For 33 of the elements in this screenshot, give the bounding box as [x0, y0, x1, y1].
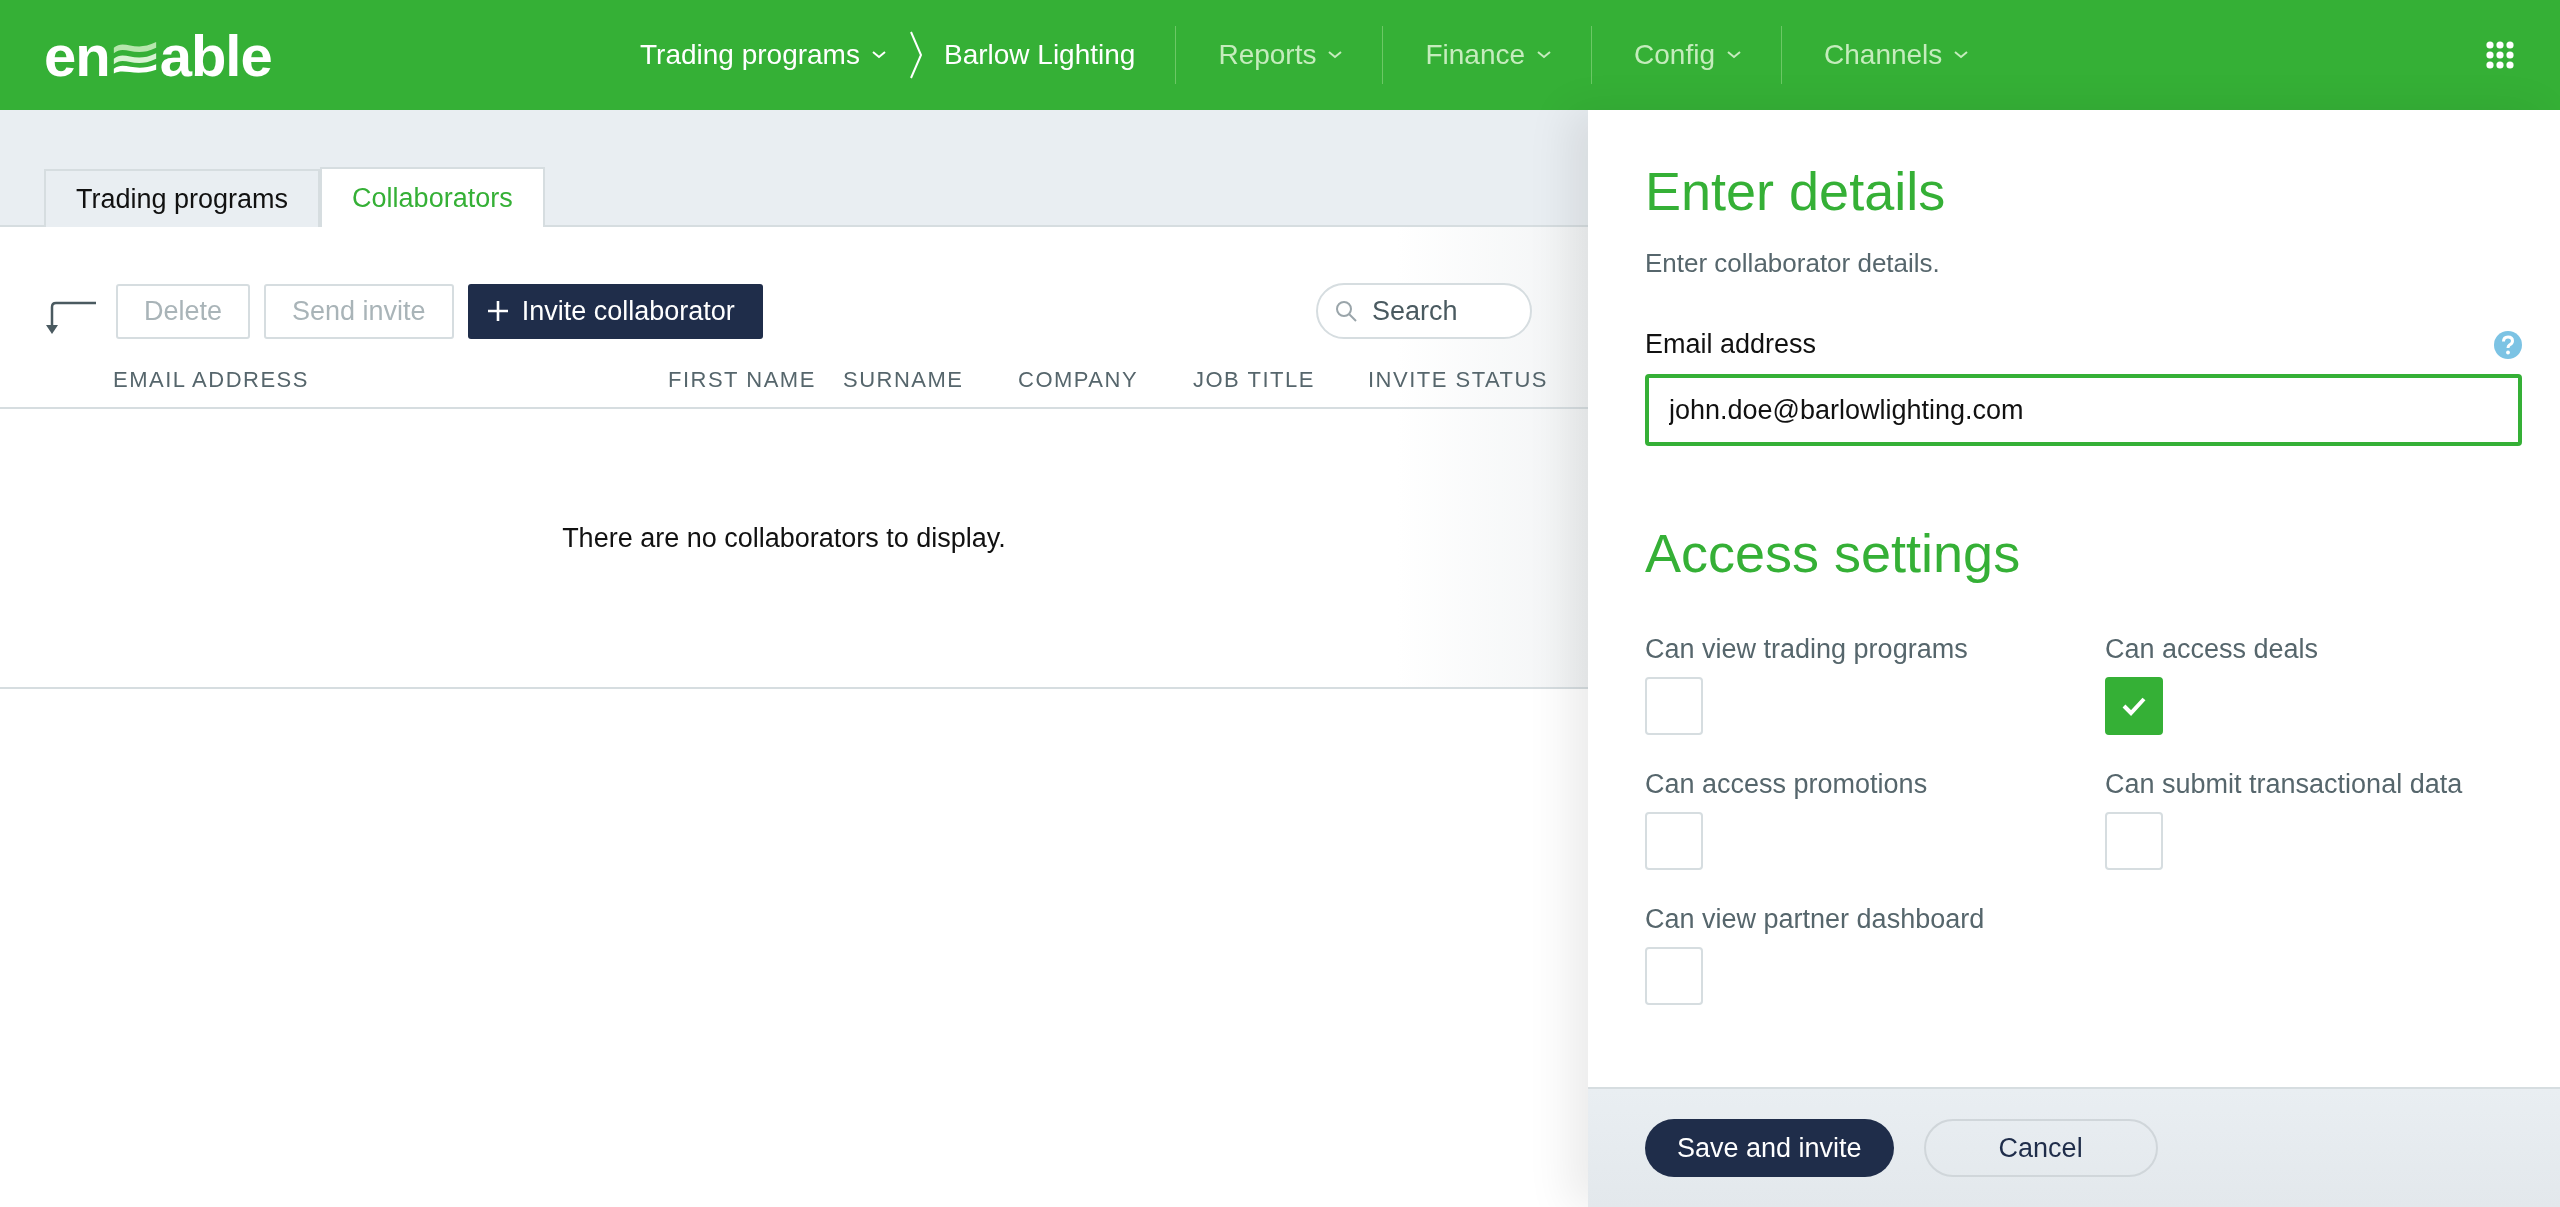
search-field[interactable]: Search	[1316, 283, 1532, 339]
apps-grid-icon[interactable]	[2486, 41, 2514, 69]
checkbox-label: Can submit transactional data	[2105, 769, 2464, 800]
column-header[interactable]: COMPANY	[1018, 367, 1193, 407]
column-header[interactable]: FIRST NAME	[668, 367, 843, 407]
column-header[interactable]: JOB TITLE	[1193, 367, 1368, 407]
invite-button[interactable]: Invite collaborator	[467, 283, 763, 339]
column-header[interactable]: SURNAME	[843, 367, 1018, 407]
caret-icon	[871, 51, 886, 59]
tab[interactable]: Trading programs	[44, 169, 321, 227]
panel-title: Enter details	[1645, 160, 1947, 222]
checkbox-label: Can view partner dashboard	[1645, 904, 1986, 935]
caret-icon	[1727, 51, 1741, 59]
search-icon	[1334, 299, 1358, 323]
cancel-button[interactable]: Cancel	[1923, 1119, 2158, 1177]
caret-icon	[1328, 51, 1343, 59]
email-input[interactable]: john.doe@barlowlighting.com	[1645, 374, 2522, 446]
panel-subtitle: Enter collaborator details.	[1645, 248, 1941, 279]
save-button[interactable]: Save and invite	[1645, 1119, 1894, 1177]
checkbox[interactable]	[2105, 677, 2163, 735]
help-icon[interactable]	[2494, 330, 2522, 359]
checkbox-label: Can access promotions	[1645, 769, 1929, 800]
section-title: Access settings	[1645, 522, 2022, 584]
column-header[interactable]: EMAIL ADDRESS	[113, 367, 668, 407]
plus-icon	[485, 299, 510, 323]
empty-message: There are no collaborators to display.	[562, 523, 1006, 554]
field-label: Email address	[1645, 329, 1817, 360]
breadcrumb-chevron-icon	[907, 30, 924, 80]
caret-icon	[1537, 51, 1552, 59]
column-header[interactable]: INVITE STATUS	[1368, 367, 1558, 407]
caret-icon	[1954, 51, 1969, 59]
checkbox-label: Can view trading programs	[1645, 634, 1969, 665]
checkbox-label: Can access deals	[2105, 634, 2320, 665]
